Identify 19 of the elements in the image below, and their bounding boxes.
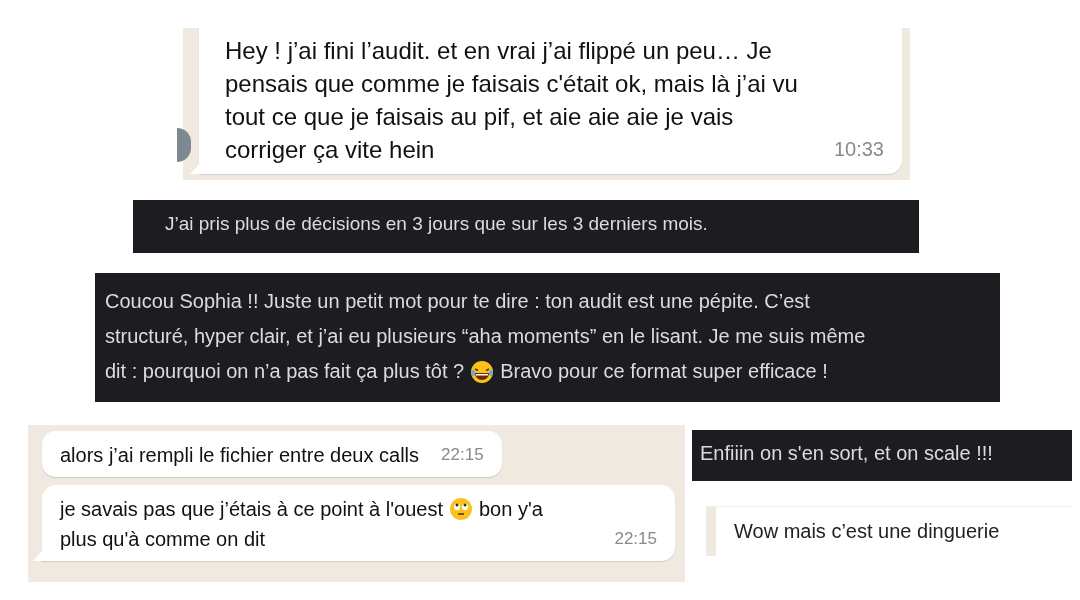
message-time: 22:15 (441, 444, 484, 466)
message-time: 22:15 (614, 528, 657, 550)
message-text: structuré, hyper clair, et j’ai eu plusieurs “aha moments” en le lisant. Je me suis même (105, 324, 866, 349)
message-text: alors j’ai rempli le fichier entre deux calls (60, 443, 420, 468)
message-text: Coucou Sophia !! Juste un petit mot pour te dire : ton audit est une pépite. C’est (105, 289, 810, 314)
message-text: tout ce que je faisais au pif, et aie aie aie je vais (225, 102, 734, 132)
message-text: bon y'a (478, 497, 543, 522)
message-text: dit : pourquoi on n’a pas fait ça plus tôt ? (105, 359, 465, 384)
message-text: Wow mais c’est une dinguerie (734, 520, 1000, 543)
message-text: Bravo pour ce format super efficace ! (500, 359, 828, 384)
message-text: plus qu'à comme on dit (60, 527, 266, 552)
message-text: J’ai pris plus de décisions en 3 jours que sur les 3 derniers mois. (165, 213, 708, 235)
message-time: 10:33 (833, 137, 884, 162)
message-text: Hey ! j’ai fini l’audit. et en vrai j’ai flippé un peu… Je (225, 36, 772, 66)
message-text: pensais que comme je faisais c'était ok, mais là j’ai vu (225, 69, 798, 99)
message-text: corriger ça vite hein (225, 135, 435, 165)
message-text: je savais pas que j’étais à ce point à l'ouest (60, 497, 443, 522)
chat-background (706, 507, 716, 556)
message-text: Enfiiin on s'en sort, et on scale !!! (700, 442, 993, 465)
